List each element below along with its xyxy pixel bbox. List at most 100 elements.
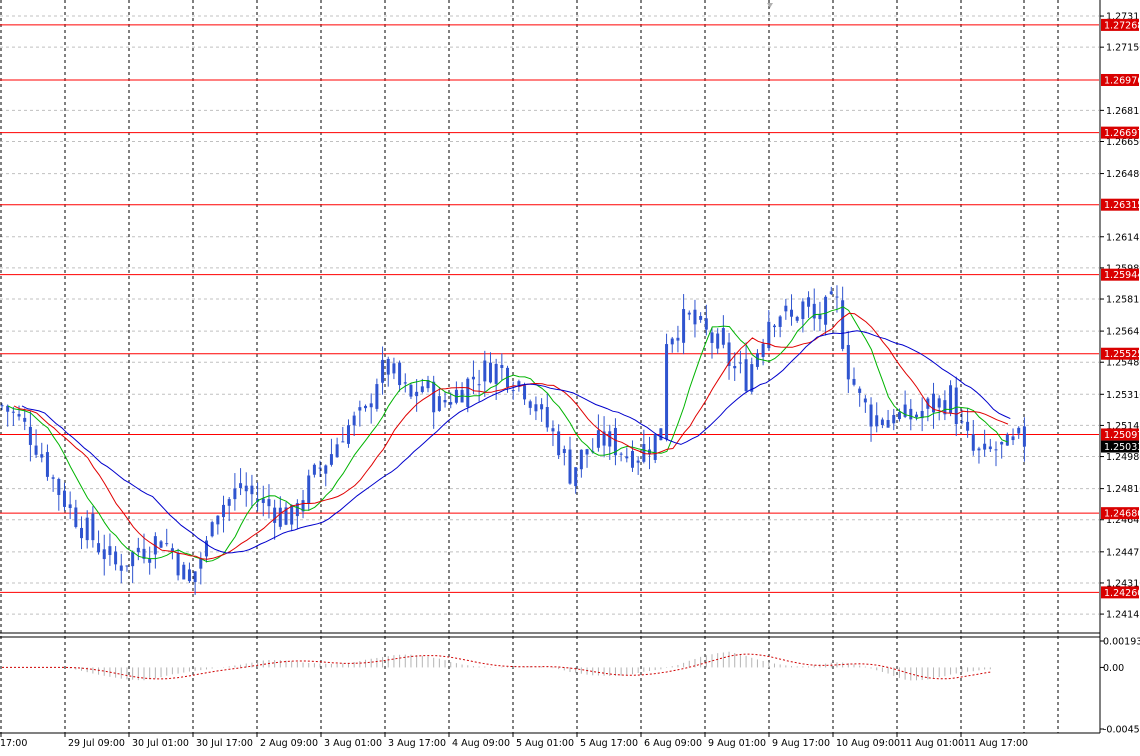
time-tick-label: 9 Aug 17:00 [772, 738, 830, 749]
candle-body [880, 419, 884, 426]
candle-body [971, 434, 975, 451]
price-tick-label: 1.27150 [1106, 43, 1140, 54]
candle-body [187, 569, 191, 582]
candle-body [744, 359, 748, 392]
candle-body [381, 359, 385, 383]
time-tick-label: 6 Aug 09:00 [644, 738, 702, 749]
candle-body [290, 504, 294, 525]
candle-body [693, 309, 697, 325]
candle-body [386, 358, 390, 375]
candle-body [346, 425, 350, 444]
candle-body [62, 490, 66, 507]
candle-body [415, 391, 419, 397]
candle-body [511, 390, 515, 392]
candle-body [852, 378, 856, 385]
candle-body [471, 376, 475, 380]
candle-body [778, 316, 782, 327]
candle-body [488, 362, 492, 383]
time-tick-label: 3 Aug 01:00 [324, 738, 382, 749]
candle-body [738, 362, 742, 364]
candle-body [704, 318, 708, 330]
current-price-label: 1.25033 [1104, 442, 1140, 453]
candle-body [420, 386, 424, 392]
candle-body [136, 547, 140, 553]
candle-body [540, 404, 544, 410]
candle-body [818, 314, 822, 320]
candle-body [239, 483, 243, 488]
candle-body [676, 337, 680, 341]
time-tick-label: 4 Aug 09:00 [452, 738, 510, 749]
level-price-label: 1.26315 [1104, 200, 1140, 211]
candle-body [824, 296, 828, 325]
candle-body [273, 507, 277, 523]
candle-body [892, 414, 896, 424]
candle-body [45, 452, 49, 477]
level-price-label: 1.25944 [1104, 270, 1140, 281]
candle-body [119, 565, 123, 571]
candle-body [57, 478, 61, 495]
candle-body [846, 345, 850, 380]
candle-body [437, 396, 441, 411]
candle-body [466, 378, 470, 407]
price-tick-label: 1.24980 [1106, 452, 1140, 463]
candle-body [795, 316, 799, 321]
osc-tick-label: -0.00450 [1103, 725, 1140, 736]
candle-body [23, 417, 27, 422]
time-tick-label: 30 Jul 01:00 [132, 738, 189, 749]
candle-body [80, 527, 84, 539]
candle-body [97, 543, 101, 553]
candle-body [1005, 434, 1009, 446]
candle-body [193, 571, 197, 583]
price-tick-label: 1.24810 [1106, 484, 1140, 495]
candle-body [483, 360, 487, 382]
time-axis[interactable]: 17:00 29 Jul 09:00 30 Jul 01:00 30 Jul 17:0… [0, 733, 1028, 749]
candle-body [51, 477, 55, 479]
price-axis[interactable]: 1.273151.271501.268151.266501.264801.261… [1100, 12, 1140, 621]
price-tick-label: 1.26145 [1106, 232, 1140, 243]
price-tick-label: 1.26480 [1106, 169, 1140, 180]
candle-body [233, 488, 237, 500]
candle-body [74, 507, 78, 527]
candle-body [687, 312, 691, 315]
candle-body [352, 415, 356, 426]
price-chart[interactable]: 1.273151.271501.268151.266501.264801.261… [0, 0, 1140, 756]
candle-body [307, 475, 311, 504]
candle-body [329, 454, 333, 465]
osc-signal-line [2, 653, 991, 680]
candle-body [176, 552, 180, 576]
candle-body [17, 414, 21, 417]
candle-body [733, 366, 737, 369]
candle-body [159, 541, 163, 548]
price-tick-label: 1.25815 [1106, 295, 1140, 306]
candle-body [988, 446, 992, 450]
candle-body [34, 445, 38, 455]
oscillator [2, 651, 991, 681]
candle-body [392, 363, 396, 374]
candle-body [772, 325, 776, 328]
candle-body [28, 426, 32, 445]
candle-body [114, 551, 118, 565]
candle-body [312, 464, 316, 475]
level-price-label: 1.25097 [1104, 430, 1140, 441]
candle-body [432, 381, 436, 413]
candle-body [682, 309, 686, 343]
candle-body [557, 431, 561, 456]
time-tick-label: 5 Aug 17:00 [580, 738, 638, 749]
candle-body [1022, 426, 1026, 447]
candle-body [608, 431, 612, 447]
osc-tick-label: 0.001932 [1103, 637, 1140, 648]
candle-body [222, 504, 226, 518]
candle-body [85, 517, 89, 541]
candle-body [170, 548, 174, 552]
candle-body [875, 415, 879, 427]
candle-body [755, 353, 759, 367]
candle-body [585, 449, 589, 455]
candle-body [829, 291, 833, 295]
candle-body [216, 515, 220, 525]
candle-body [750, 364, 754, 392]
candle-body [267, 499, 271, 507]
time-tick-label: 30 Jul 17:00 [196, 738, 253, 749]
candle-body [574, 467, 578, 487]
candle-body [716, 333, 720, 349]
candle-body [449, 402, 453, 405]
